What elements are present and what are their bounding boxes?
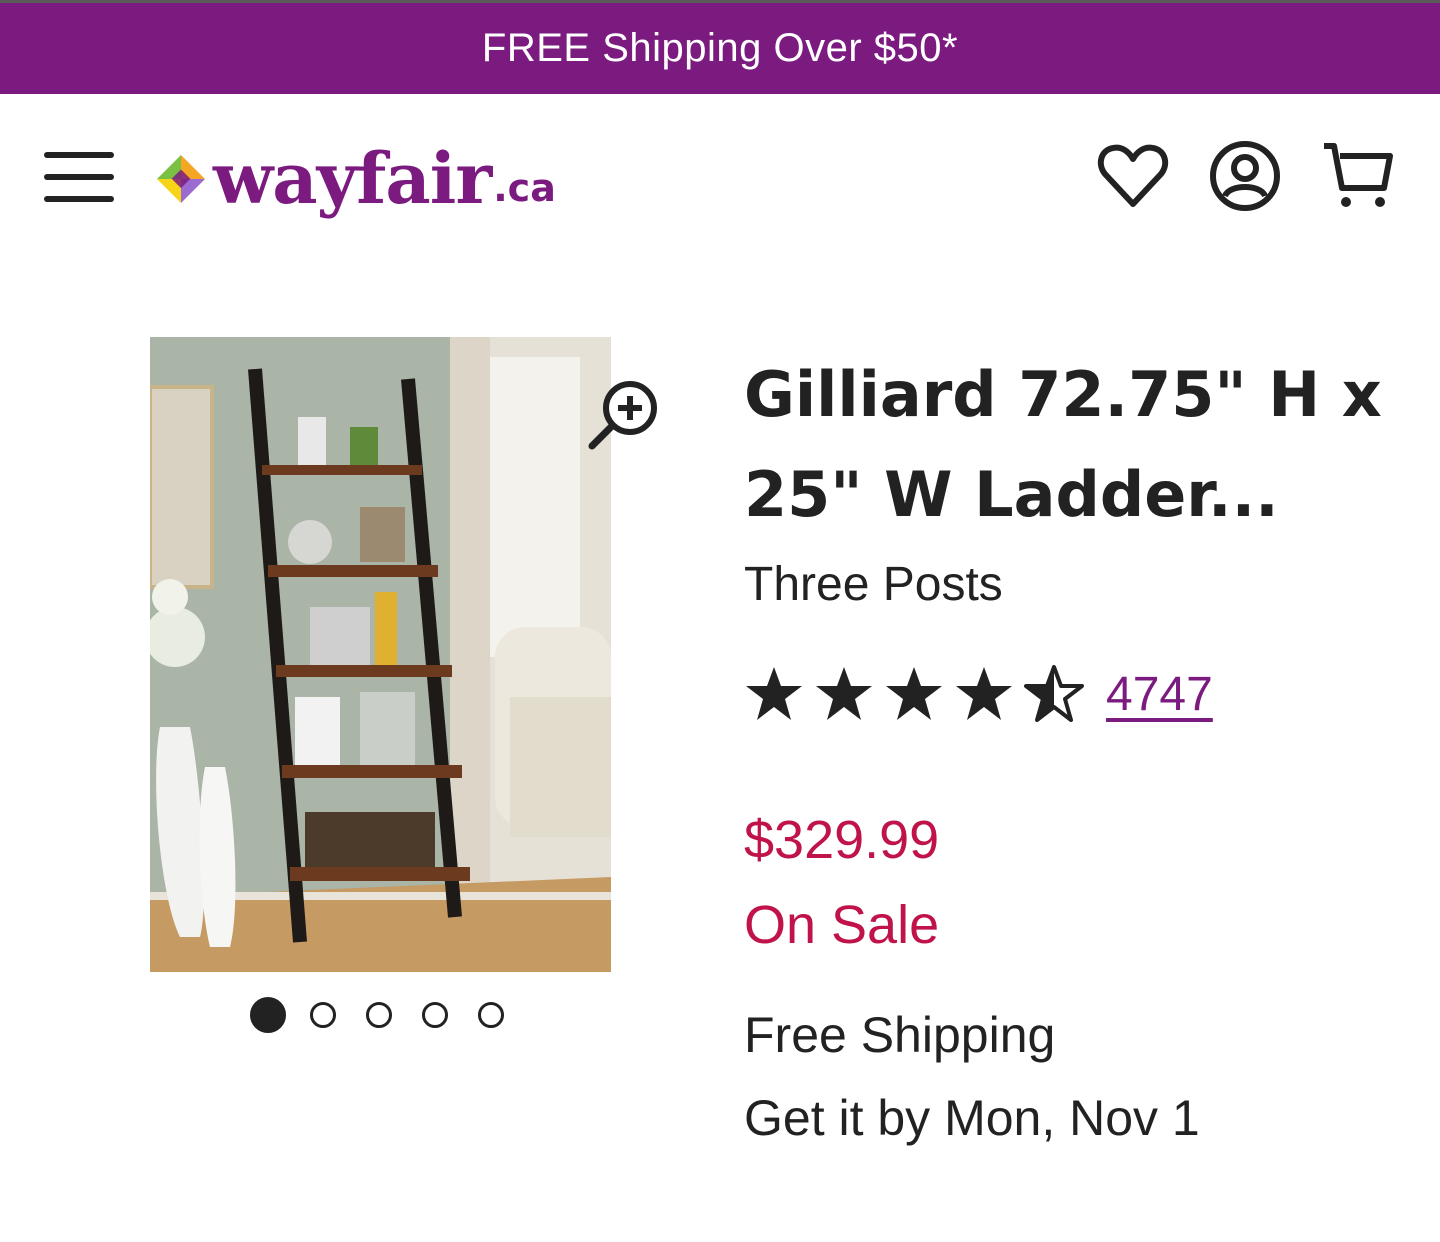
product-title-line2: 25" W Ladder... [744,458,1279,531]
site-header: wayfair .ca [0,94,1440,264]
sale-label: On Sale [744,895,940,955]
heart-icon[interactable] [1095,138,1171,214]
star-full-icon [956,667,1012,720]
star-rating[interactable]: 4747 [744,659,1404,729]
zoom-in-icon[interactable] [586,376,662,452]
cart-icon[interactable] [1320,138,1396,214]
star-full-icon [886,667,942,720]
account-icon[interactable] [1207,138,1283,214]
star-full-icon [816,667,872,720]
logo-mark-icon [157,155,205,203]
carousel-dot-5[interactable] [478,1002,504,1028]
carousel-dot-2[interactable] [310,1002,336,1028]
logo-wordmark: wayfair [213,137,492,220]
logo-tld: .ca [493,166,556,210]
star-full-icon [746,667,802,720]
carousel-dot-3[interactable] [366,1002,392,1028]
shipping-info: Free Shipping [744,1007,1056,1063]
product-info: Gilliard 72.75" H x 25" W Ladder... Thre… [744,345,1404,1161]
wayfair-logo[interactable]: wayfair .ca [155,134,556,224]
menu-icon[interactable] [44,152,114,202]
star-half-icon [1024,665,1084,722]
promo-text: FREE Shipping Over $50* [481,26,959,70]
review-count-link[interactable]: 4747 [1106,667,1213,722]
product-price: $329.99 [744,810,940,870]
product-brand[interactable]: Three Posts [744,555,1404,615]
ladder-shelf-photo [150,337,611,972]
delivery-estimate: Get it by Mon, Nov 1 [744,1090,1200,1146]
product-title[interactable]: Gilliard 72.75" H x 25" W Ladder... [744,345,1404,545]
promo-banner[interactable]: FREE Shipping Over $50* [0,0,1440,94]
carousel-dot-4[interactable] [422,1002,448,1028]
carousel-dot-1[interactable] [250,997,286,1033]
product-title-line1: Gilliard 72.75" H x [744,358,1382,431]
product-image[interactable] [150,337,611,972]
image-carousel-dots [250,995,534,1035]
